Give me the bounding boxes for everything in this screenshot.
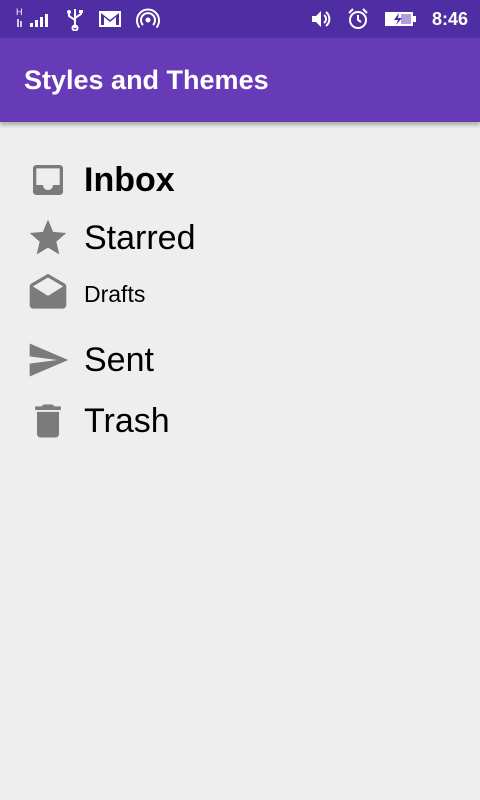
send-icon <box>24 336 72 384</box>
gmail-icon <box>98 9 122 29</box>
list-item-label: Sent <box>84 340 154 379</box>
list-item-starred[interactable]: Starred <box>24 214 196 262</box>
app-title: Styles and Themes <box>24 64 269 95</box>
alarm-icon <box>346 7 370 31</box>
battery-icon <box>384 9 418 29</box>
star-icon <box>24 214 72 262</box>
status-left: H <box>16 7 160 31</box>
clock-time: 8:46 <box>431 8 468 29</box>
inbox-icon <box>24 156 72 204</box>
network-type: H <box>16 7 23 17</box>
list-item-sent[interactable]: Sent <box>24 336 154 384</box>
hotspot-icon <box>136 7 160 31</box>
trash-icon <box>24 397 72 445</box>
status-bar: H 8:46 <box>0 0 480 38</box>
drafts-icon <box>24 270 72 318</box>
volume-icon <box>310 8 332 30</box>
list-item-trash[interactable]: Trash <box>24 397 170 445</box>
app-bar: Styles and Themes <box>0 38 480 122</box>
list-item-label: Drafts <box>84 280 146 307</box>
status-right: 8:46 <box>310 7 468 31</box>
list-item-label: Inbox <box>84 160 175 199</box>
usb-icon <box>66 7 84 31</box>
signal-icon: H <box>16 7 52 31</box>
list-item-inbox[interactable]: Inbox <box>24 156 175 204</box>
list-item-label: Trash <box>84 401 170 440</box>
list-item-label: Starred <box>84 218 196 257</box>
list-item-drafts[interactable]: Drafts <box>24 270 145 318</box>
